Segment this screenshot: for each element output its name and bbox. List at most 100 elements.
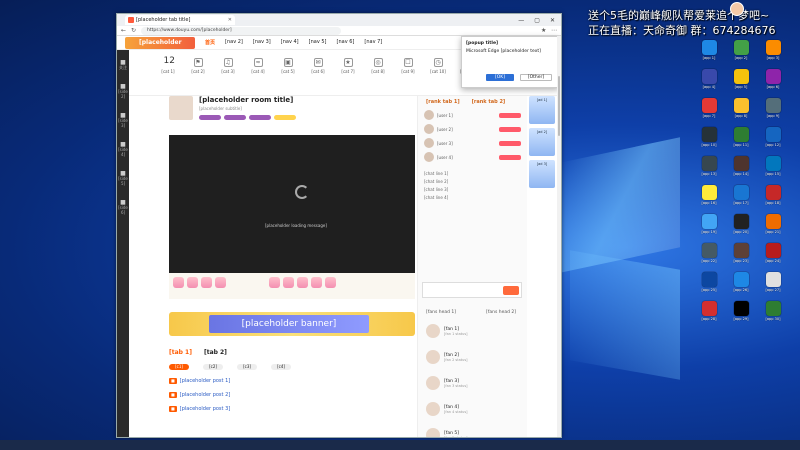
desktop-app-icon[interactable]: [app 3]: [760, 40, 786, 67]
gift-icon[interactable]: [215, 277, 226, 288]
fan-item[interactable]: [fan 4] [fan 4 status]: [426, 402, 468, 416]
desktop-app-icon[interactable]: [app 19]: [696, 214, 722, 241]
sidebar-item[interactable]: 关注: [119, 60, 127, 70]
sidebar-item[interactable]: [side 3]: [117, 113, 129, 128]
category-item[interactable]: 12 [cat 1]: [159, 57, 177, 95]
gift-icon[interactable]: [311, 277, 322, 288]
promo-banner[interactable]: [placeholder banner]: [169, 312, 415, 336]
gift-icon[interactable]: [187, 277, 198, 288]
desktop-app-icon[interactable]: [app 18]: [760, 185, 786, 212]
desktop-app-icon[interactable]: [app 23]: [728, 243, 754, 270]
nav-item[interactable]: 首页: [205, 39, 215, 46]
nav-item[interactable]: [nav 5]: [309, 39, 327, 46]
nav-item[interactable]: [nav 7]: [364, 39, 382, 46]
desktop-app-icon[interactable]: [app 11]: [728, 127, 754, 154]
send-button[interactable]: [503, 286, 519, 295]
scrollbar[interactable]: [557, 36, 561, 437]
desktop-app-icon[interactable]: [app 10]: [696, 127, 722, 154]
streamer-avatar[interactable]: [169, 96, 193, 120]
category-item[interactable]: ◷ [cat 10]: [429, 58, 447, 95]
url-input[interactable]: https://www.douyu.com/[placeholder]: [141, 26, 341, 35]
gift-icon[interactable]: [201, 277, 212, 288]
sidebar-item[interactable]: [side 4]: [117, 142, 129, 157]
category-item[interactable]: ≈ [cat 4]: [249, 58, 267, 95]
rank-tab-2[interactable]: [rank tab 2]: [472, 99, 506, 105]
post-item[interactable]: ■ [placeholder post 3]: [169, 406, 415, 412]
desktop-app-icon[interactable]: [app 7]: [696, 98, 722, 125]
fan-item[interactable]: [fan 2] [fan 2 status]: [426, 350, 468, 364]
gift-icon[interactable]: [173, 277, 184, 288]
sidebar-item[interactable]: [side 5]: [117, 171, 129, 186]
desktop-app-icon[interactable]: [app 22]: [696, 243, 722, 270]
rank-tab-1[interactable]: [rank tab 1]: [426, 99, 460, 105]
refresh-icon[interactable]: ↻: [131, 27, 137, 34]
desktop-app-icon[interactable]: [app 1]: [696, 40, 722, 67]
rank-row[interactable]: [user 2]: [418, 122, 527, 136]
category-item[interactable]: ★ [cat 7]: [339, 58, 357, 95]
category-item[interactable]: ✉ [cat 6]: [309, 58, 327, 95]
desktop-app-icon[interactable]: [app 15]: [760, 156, 786, 183]
gift-icon[interactable]: [297, 277, 308, 288]
category-item[interactable]: ▣ [cat 5]: [279, 58, 297, 95]
back-icon[interactable]: ←: [121, 27, 127, 34]
desktop-app-icon[interactable]: [app 4]: [696, 69, 722, 96]
desktop-app-icon[interactable]: [app 29]: [728, 301, 754, 328]
desktop-app-icon[interactable]: [app 26]: [728, 272, 754, 299]
desktop-app-icon[interactable]: [app 21]: [760, 214, 786, 241]
desktop-app-icon[interactable]: [app 8]: [728, 98, 754, 125]
desktop-app-icon[interactable]: [app 14]: [728, 156, 754, 183]
category-item[interactable]: ♫ [cat 3]: [219, 58, 237, 95]
tab-1[interactable]: [tab 1]: [169, 349, 192, 356]
desktop-app-icon[interactable]: [app 17]: [728, 185, 754, 212]
desktop-app-icon[interactable]: [app 25]: [696, 272, 722, 299]
desktop-app-icon[interactable]: [app 30]: [760, 301, 786, 328]
category-item[interactable]: ⚑ [cat 2]: [189, 58, 207, 95]
sidebar-item[interactable]: [side 6]: [117, 200, 129, 215]
rank-row[interactable]: [user 4]: [418, 150, 527, 164]
fan-item[interactable]: [fan 5] [fan 5 status]: [426, 428, 468, 437]
post-item[interactable]: ■ [placeholder post 1]: [169, 378, 415, 384]
desktop-app-icon[interactable]: [app 16]: [696, 185, 722, 212]
ad-card[interactable]: [ad 2]: [529, 128, 555, 156]
rank-row[interactable]: [user 1]: [418, 108, 527, 122]
gift-icon[interactable]: [283, 277, 294, 288]
fans-head-1[interactable]: [fans head 1]: [426, 310, 456, 315]
chat-input[interactable]: [422, 282, 522, 298]
close-tab-icon[interactable]: ✕: [228, 17, 232, 23]
chip[interactable]: [c4]: [271, 364, 291, 370]
fan-item[interactable]: [fan 3] [fan 3 status]: [426, 376, 468, 390]
desktop-app-icon[interactable]: [app 9]: [760, 98, 786, 125]
desktop-app-icon[interactable]: [app 27]: [760, 272, 786, 299]
desktop-app-icon[interactable]: [app 20]: [728, 214, 754, 241]
nav-item[interactable]: [nav 4]: [281, 39, 299, 46]
desktop-app-icon[interactable]: [app 6]: [760, 69, 786, 96]
gift-icon[interactable]: [325, 277, 336, 288]
chip[interactable]: [c2]: [203, 364, 223, 370]
star-icon[interactable]: ★: [541, 27, 547, 34]
gift-icon[interactable]: [269, 277, 280, 288]
desktop-app-icon[interactable]: [app 5]: [728, 69, 754, 96]
chip[interactable]: [c1]: [169, 364, 189, 370]
menu-icon[interactable]: ⋯: [551, 27, 557, 34]
minimize-button[interactable]: —: [518, 17, 524, 24]
desktop-app-icon[interactable]: [app 13]: [696, 156, 722, 183]
close-button[interactable]: ✕: [550, 17, 555, 24]
nav-item[interactable]: [nav 3]: [253, 39, 271, 46]
ad-card[interactable]: [ad 1]: [529, 96, 555, 124]
browser-tab[interactable]: [placeholder tab title] ✕: [125, 15, 235, 25]
nav-item[interactable]: [nav 2]: [225, 39, 243, 46]
fans-head-2[interactable]: [fans head 2]: [486, 310, 516, 315]
category-item[interactable]: ☐ [cat 9]: [399, 58, 417, 95]
maximize-button[interactable]: ▢: [534, 17, 540, 24]
popup-primary-button[interactable]: [OK]: [486, 74, 514, 81]
fan-item[interactable]: [fan 1] [fan 1 status]: [426, 324, 468, 338]
desktop-app-icon[interactable]: [app 2]: [728, 40, 754, 67]
sidebar-item[interactable]: [side 2]: [117, 84, 129, 99]
desktop-app-icon[interactable]: [app 28]: [696, 301, 722, 328]
post-item[interactable]: ■ [placeholder post 2]: [169, 392, 415, 398]
desktop-app-icon[interactable]: [app 12]: [760, 127, 786, 154]
nav-item[interactable]: [nav 6]: [337, 39, 355, 46]
desktop-app-icon[interactable]: [app 24]: [760, 243, 786, 270]
ad-card[interactable]: [ad 3]: [529, 160, 555, 188]
tab-2[interactable]: [tab 2]: [204, 349, 227, 356]
